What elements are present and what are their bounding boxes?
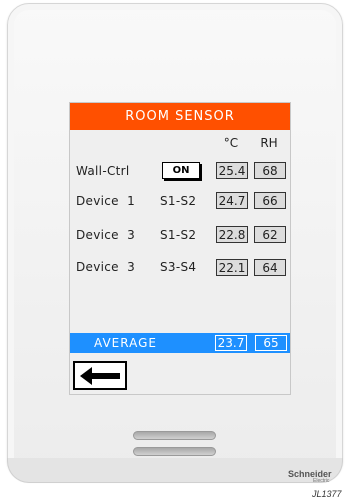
average-label: AVERAGE bbox=[94, 336, 157, 350]
wall-ctrl-on-button[interactable]: ON bbox=[162, 162, 200, 179]
row-label-device: Device 1 bbox=[76, 194, 136, 208]
column-header-rh: RH bbox=[260, 136, 278, 150]
row-mode: S1-S2 bbox=[160, 228, 197, 242]
row-label-device: Device 3 bbox=[76, 260, 136, 274]
row-label-device: Device 3 bbox=[76, 228, 136, 242]
temp-value: 22.8 bbox=[216, 226, 248, 243]
rh-value: 62 bbox=[254, 226, 286, 243]
back-button[interactable] bbox=[73, 361, 127, 390]
temp-value: 24.7 bbox=[216, 192, 248, 209]
rh-value: 66 bbox=[254, 192, 286, 209]
rh-value: 64 bbox=[254, 259, 286, 276]
device-slot-top bbox=[133, 431, 216, 440]
touch-screen: ROOM SENSOR °C RH Wall-Ctrl ON 25.4 68 D… bbox=[69, 102, 291, 395]
row-mode: S1-S2 bbox=[160, 194, 197, 208]
temp-value: 25.4 bbox=[216, 162, 248, 179]
average-rh: 65 bbox=[255, 335, 287, 351]
row-label-wall-ctrl: Wall-Ctrl bbox=[76, 164, 130, 178]
rh-value: 68 bbox=[254, 162, 286, 179]
image-code: JL1377 bbox=[312, 489, 342, 499]
screen-title: ROOM SENSOR bbox=[70, 103, 290, 130]
device-slot-bottom bbox=[133, 447, 216, 456]
left-arrow-icon bbox=[80, 366, 120, 385]
column-header-temp: °C bbox=[223, 136, 239, 150]
average-temp: 23.7 bbox=[215, 335, 247, 351]
average-bar: AVERAGE 23.7 65 bbox=[70, 333, 290, 353]
brand-sub: Electric bbox=[313, 478, 330, 484]
row-mode: S3-S4 bbox=[160, 260, 197, 274]
temp-value: 22.1 bbox=[216, 259, 248, 276]
